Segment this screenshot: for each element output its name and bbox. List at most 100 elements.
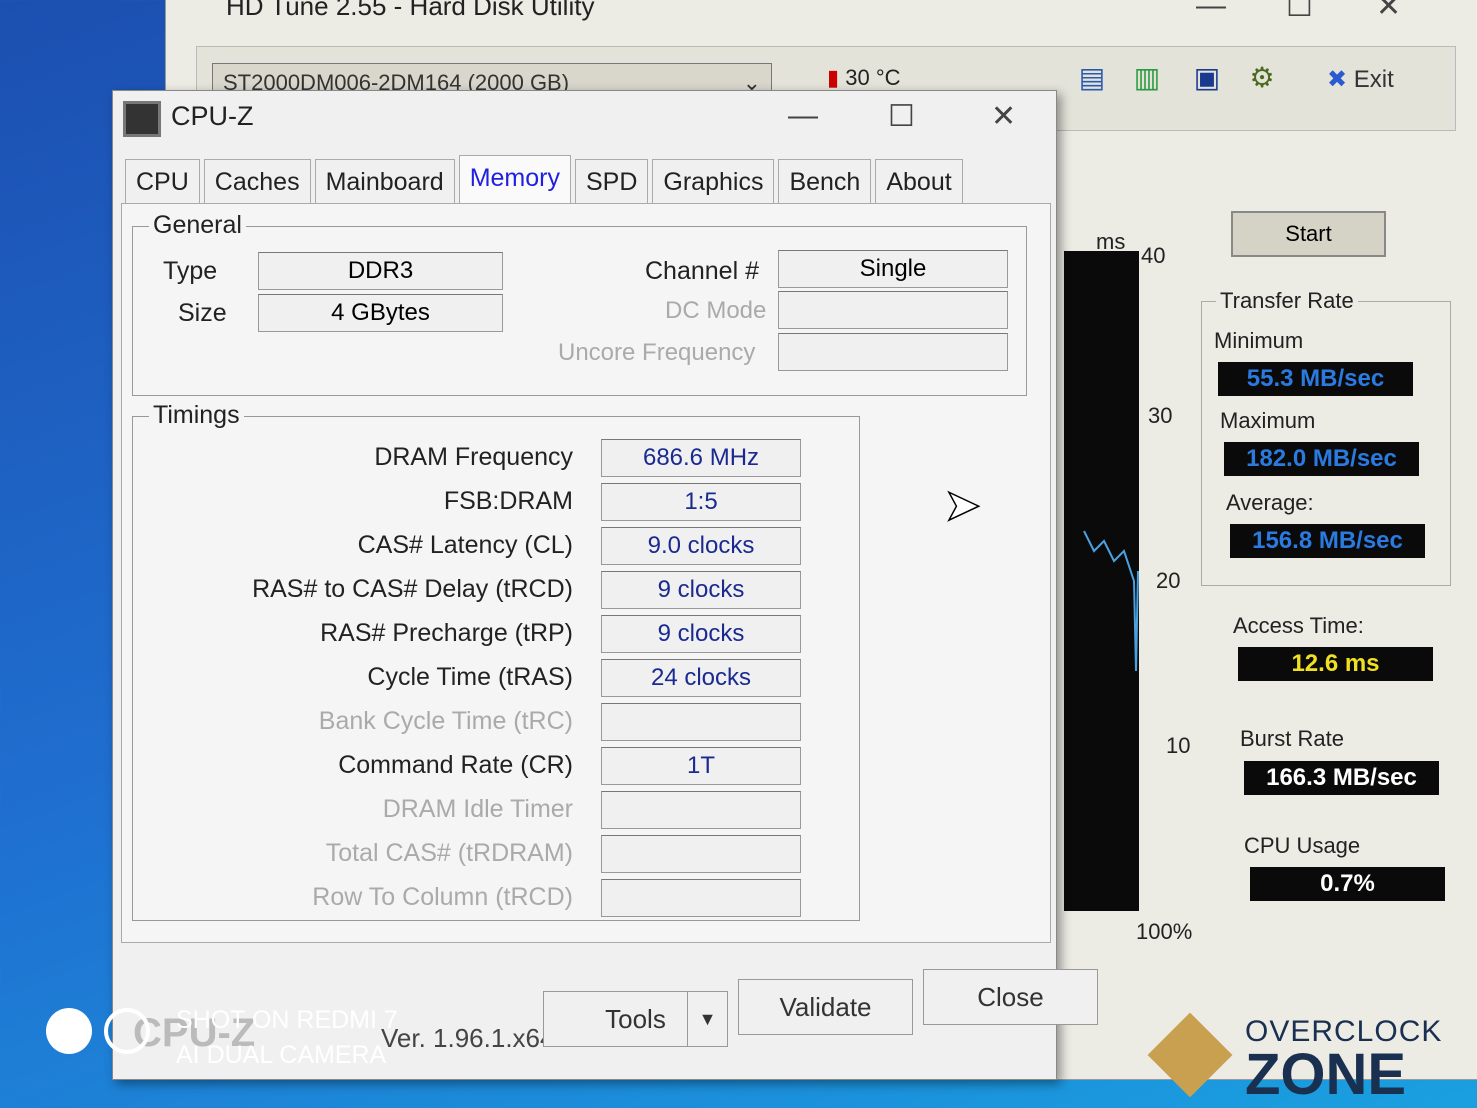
average-label: Average: xyxy=(1226,490,1314,515)
timing-label: Total CAS# (tRDRAM) xyxy=(325,839,573,867)
channel-value: Single xyxy=(778,250,1008,288)
validate-button[interactable]: Validate xyxy=(738,979,913,1035)
tools-button[interactable]: Tools ▼ xyxy=(543,991,728,1047)
timing-label: FSB:DRAM xyxy=(443,487,573,515)
cpuz-window: CPU-Z — ☐ ✕ CPU Caches Mainboard Memory … xyxy=(112,90,1098,1080)
transfer-rate-title: Transfer Rate xyxy=(1216,288,1358,314)
timing-label: RAS# to CAS# Delay (tRCD) xyxy=(252,575,573,603)
type-label: Type xyxy=(163,257,218,285)
cpuz-app-icon xyxy=(123,101,161,137)
average-value: 156.8 MB/sec xyxy=(1230,524,1425,558)
minimum-value: 55.3 MB/sec xyxy=(1218,362,1413,396)
camera-watermark: SHOT ON REDMI 7 AI DUAL CAMERA xyxy=(176,1003,398,1073)
size-label: Size xyxy=(178,299,227,327)
temperature-value: 30 °C xyxy=(845,65,901,90)
burst-rate-label: Burst Rate xyxy=(1240,726,1344,751)
options-icon[interactable]: ⚙ xyxy=(1242,61,1282,101)
timing-label: CAS# Latency (CL) xyxy=(357,531,573,559)
general-title: General xyxy=(149,211,246,240)
thermometer-icon: ▮ xyxy=(827,65,840,90)
timing-value: 9 clocks xyxy=(601,615,801,653)
maximum-label: Maximum xyxy=(1220,408,1316,433)
size-value: 4 GBytes xyxy=(258,294,503,332)
timing-label: Command Rate (CR) xyxy=(338,751,573,779)
transfer-rate-group: Transfer Rate Minimum 55.3 MB/sec Maximu… xyxy=(1201,288,1451,586)
save-icon[interactable]: ▣ xyxy=(1187,61,1227,101)
start-button[interactable]: Start xyxy=(1231,211,1386,257)
uncore-value xyxy=(778,333,1008,371)
cpu-usage-value: 0.7% xyxy=(1250,867,1445,901)
access-time-value: 12.6 ms xyxy=(1238,647,1433,681)
tab-bench[interactable]: Bench xyxy=(778,159,872,205)
timing-value: 24 clocks xyxy=(601,659,801,697)
copy-test-icon[interactable]: ▥ xyxy=(1127,61,1167,101)
close-button[interactable]: ✕ xyxy=(1376,0,1401,24)
dc-mode-value xyxy=(778,291,1008,329)
dc-mode-label: DC Mode xyxy=(665,297,767,324)
timing-label: DRAM Idle Timer xyxy=(382,795,573,823)
timing-value xyxy=(601,703,801,741)
cpuz-title: CPU-Z xyxy=(171,101,254,131)
tab-cpu[interactable]: CPU xyxy=(125,159,200,205)
close-dialog-button[interactable]: Close xyxy=(923,969,1098,1025)
type-value: DDR3 xyxy=(258,252,503,290)
tab-graphics[interactable]: Graphics xyxy=(652,159,775,205)
tools-label: Tools xyxy=(605,1004,666,1034)
version-label: Ver. 1.96.1.x64 xyxy=(381,1023,555,1053)
camera-ring-icon xyxy=(104,1008,150,1054)
burst-rate-value: 166.3 MB/sec xyxy=(1244,761,1439,795)
timing-value: 686.6 MHz xyxy=(601,439,801,477)
timing-label: Row To Column (tRCD) xyxy=(312,883,573,911)
timing-value: 1:5 xyxy=(601,483,801,521)
hdtune-title: HD Tune 2.55 - Hard Disk Utility xyxy=(226,0,595,21)
graph-tick: 30 xyxy=(1148,403,1173,428)
maximize-button[interactable]: ☐ xyxy=(888,99,915,134)
minimize-button[interactable]: — xyxy=(1196,0,1226,23)
timings-title: Timings xyxy=(149,401,244,430)
timing-label: DRAM Frequency xyxy=(374,443,573,471)
tab-memory[interactable]: Memory xyxy=(458,155,571,205)
close-button[interactable]: ✕ xyxy=(991,99,1016,134)
tab-bar: CPU Caches Mainboard Memory SPD Graphics… xyxy=(125,155,963,205)
timing-value xyxy=(601,879,801,917)
timing-value xyxy=(601,835,801,873)
minimum-label: Minimum xyxy=(1214,328,1304,353)
graph-tick: 10 xyxy=(1166,733,1191,758)
timing-label: RAS# Precharge (tRP) xyxy=(320,619,573,647)
graph-tick: 20 xyxy=(1156,568,1181,593)
timing-value: 9.0 clocks xyxy=(601,527,801,565)
camera-dot-icon xyxy=(46,1008,92,1054)
cpu-usage-label: CPU Usage xyxy=(1244,833,1361,858)
timing-label: Bank Cycle Time (tRC) xyxy=(318,707,573,735)
caret-down-icon[interactable]: ▼ xyxy=(687,992,727,1046)
maximum-value: 182.0 MB/sec xyxy=(1224,442,1419,476)
exit-icon: ✖ xyxy=(1327,66,1348,93)
tab-caches[interactable]: Caches xyxy=(203,159,311,205)
exit-label: Exit xyxy=(1353,66,1394,93)
copy-info-icon[interactable]: ▤ xyxy=(1072,61,1112,101)
general-group: General Type DDR3 Size 4 GBytes Channel … xyxy=(132,211,1027,396)
maximize-button[interactable]: ☐ xyxy=(1286,0,1313,24)
tab-spd[interactable]: SPD xyxy=(575,159,649,205)
logo-line2: ZONE xyxy=(1245,1042,1407,1107)
memory-panel: General Type DDR3 Size 4 GBytes Channel … xyxy=(121,203,1051,943)
graph-bottom-label: 100% xyxy=(1136,919,1193,944)
minimize-button[interactable]: — xyxy=(788,99,818,133)
camera-watermark-line1: SHOT ON REDMI 7 xyxy=(176,1006,398,1034)
graph-unit: ms xyxy=(1096,229,1126,254)
tab-mainboard[interactable]: Mainboard xyxy=(314,159,455,205)
graph-tick: 40 xyxy=(1141,243,1166,268)
tab-about[interactable]: About xyxy=(875,159,963,205)
access-time-trace xyxy=(1083,530,1139,672)
timing-value xyxy=(601,791,801,829)
uncore-label: Uncore Frequency xyxy=(558,339,756,366)
access-time-label: Access Time: xyxy=(1233,613,1364,638)
temperature: ▮ 30 °C xyxy=(827,65,901,91)
timing-value: 9 clocks xyxy=(601,571,801,609)
channel-label: Channel # xyxy=(645,257,759,285)
timings-group: Timings DRAM Frequency 686.6 MHz FSB:DRAM 1… xyxy=(132,401,860,921)
mouse-cursor-icon: ➤ xyxy=(943,480,981,531)
exit-button[interactable]: ✖ Exit xyxy=(1327,65,1394,94)
camera-watermark-line2: AI DUAL CAMERA xyxy=(176,1041,387,1069)
timing-value: 1T xyxy=(601,747,801,785)
